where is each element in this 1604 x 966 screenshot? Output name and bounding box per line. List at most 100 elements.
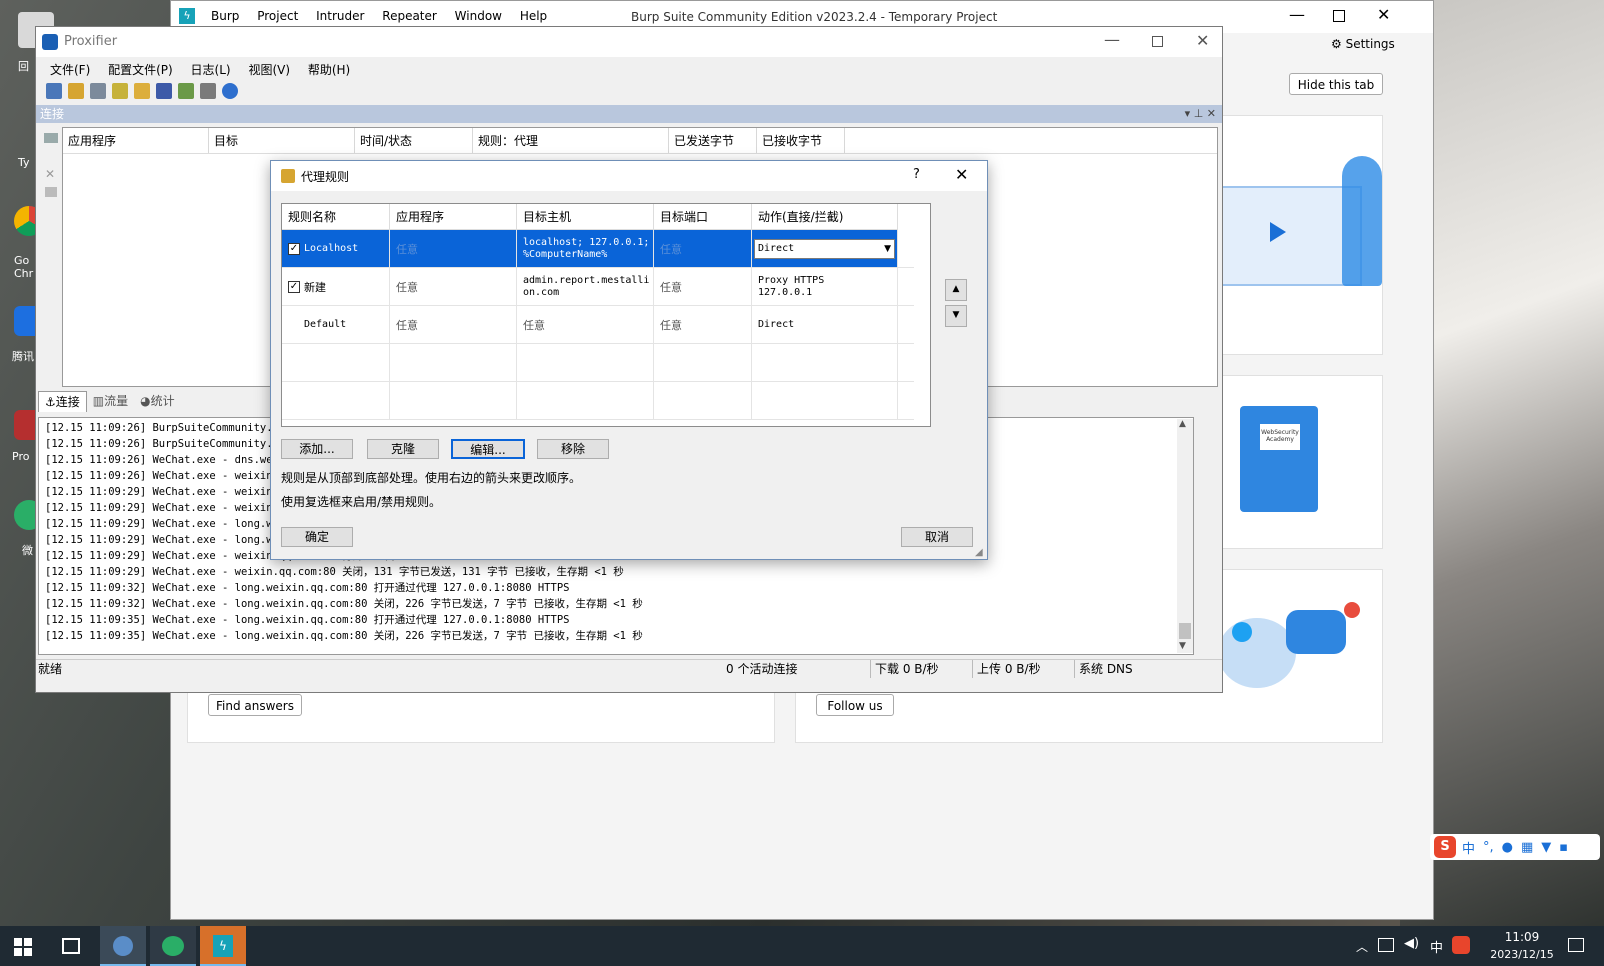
- clone-rule-button[interactable]: 克隆: [367, 439, 439, 459]
- col-action[interactable]: 动作(直接/拦截): [752, 204, 898, 230]
- ok-button[interactable]: 确定: [281, 527, 353, 547]
- ime-language[interactable]: 中: [1462, 838, 1475, 857]
- burp-logo-icon: ϟ: [179, 8, 195, 24]
- taskbar-proxifier[interactable]: [100, 926, 146, 966]
- save-icon[interactable]: [156, 83, 172, 99]
- action-dropdown[interactable]: Direct ▼: [754, 238, 895, 259]
- menu-file[interactable]: 文件(F): [50, 63, 90, 77]
- col-target-host[interactable]: 目标主机: [517, 204, 654, 230]
- menu-profile[interactable]: 配置文件(P): [108, 63, 173, 77]
- export-icon[interactable]: [178, 83, 194, 99]
- burp-menu-window[interactable]: Window: [455, 9, 502, 23]
- rule-name: Localhost: [304, 242, 359, 254]
- log-scrollbar[interactable]: ▲ ▼: [1177, 419, 1193, 653]
- proxy-servers-icon[interactable]: [46, 83, 62, 99]
- col-application[interactable]: 应用程序: [390, 204, 517, 230]
- burp-settings[interactable]: ⚙ Settings: [1331, 37, 1395, 51]
- new-profile-icon[interactable]: [112, 83, 128, 99]
- desktop-icon-label: Ty: [18, 156, 30, 169]
- close-icon[interactable]: ✕: [955, 165, 968, 184]
- clock-date[interactable]: 2023/12/15: [1486, 948, 1558, 961]
- menu-help[interactable]: 帮助(H): [308, 63, 350, 77]
- toolbox-icon[interactable]: ▪: [1559, 840, 1568, 855]
- clock-time[interactable]: 11:09: [1494, 930, 1550, 944]
- skin-icon[interactable]: ▼: [1541, 840, 1551, 855]
- taskbar-wechat[interactable]: [150, 926, 196, 966]
- network-icon[interactable]: [1378, 938, 1394, 952]
- help-icon[interactable]: [222, 83, 238, 99]
- log-line: [12.15 11:09:29] WeChat.exe - weixin.qq.…: [45, 566, 624, 578]
- arrow-up-icon: ▲: [952, 284, 960, 294]
- rule-row[interactable]: ✓ Localhost 任意 localhost; 127.0.0.1; %Co…: [282, 230, 914, 268]
- notification-center-icon[interactable]: [1568, 938, 1584, 952]
- list-view-icon[interactable]: [44, 133, 58, 143]
- rule-enabled-checkbox[interactable]: ✓: [288, 280, 300, 293]
- twitter-icon[interactable]: [1232, 622, 1252, 642]
- dump-icon[interactable]: [45, 187, 57, 197]
- col-time-status[interactable]: 时间/状态: [355, 128, 473, 153]
- print-icon[interactable]: [200, 83, 216, 99]
- keyboard-icon[interactable]: ▦: [1521, 840, 1533, 855]
- tab-connections[interactable]: ⚓连接: [38, 391, 87, 412]
- menu-view[interactable]: 视图(V): [248, 63, 290, 77]
- move-down-button[interactable]: ▼: [945, 305, 967, 327]
- add-rule-button[interactable]: 添加...: [281, 439, 353, 459]
- taskbar-burp[interactable]: ϟ: [200, 926, 246, 966]
- minimize-icon[interactable]: —: [1104, 30, 1120, 49]
- help-icon[interactable]: ?: [913, 167, 920, 182]
- rules-icon[interactable]: [68, 83, 84, 99]
- close-icon[interactable]: ✕: [1377, 5, 1390, 24]
- cancel-button[interactable]: 取消: [901, 527, 973, 547]
- col-application[interactable]: 应用程序: [63, 128, 209, 153]
- open-profile-icon[interactable]: [134, 83, 150, 99]
- col-rule-name[interactable]: 规则名称: [282, 204, 390, 230]
- burp-menu-project[interactable]: Project: [257, 9, 298, 23]
- menu-log[interactable]: 日志(L): [191, 63, 231, 77]
- burp-menu-burp[interactable]: Burp: [211, 9, 239, 23]
- punctuation-icon[interactable]: °,: [1483, 840, 1494, 855]
- tray-chevron-icon[interactable]: ︿: [1356, 938, 1368, 955]
- taskbar-ime[interactable]: 中: [1430, 937, 1443, 956]
- tab-statistics[interactable]: ◕统计: [134, 391, 181, 412]
- rule-enabled-checkbox[interactable]: ✓: [288, 242, 300, 255]
- volume-icon[interactable]: ◀): [1404, 936, 1419, 951]
- col-received[interactable]: 已接收字节: [757, 128, 845, 153]
- play-icon[interactable]: [1270, 222, 1286, 242]
- find-answers-button[interactable]: Find answers: [208, 694, 302, 716]
- ime-toolbar[interactable]: S 中 °, ● ▦ ▼ ▪: [1430, 834, 1600, 860]
- microphone-icon[interactable]: ●: [1502, 840, 1513, 855]
- rule-row[interactable]: ✓ 新建 任意 admin.report.mestallion.com 任意 P…: [282, 268, 914, 306]
- burp-menu-intruder[interactable]: Intruder: [316, 9, 364, 23]
- scroll-up-icon[interactable]: ▲: [1179, 419, 1186, 429]
- burp-menu-help[interactable]: Help: [520, 9, 547, 23]
- move-up-button[interactable]: ▲: [945, 279, 967, 301]
- resolution-icon[interactable]: [90, 83, 106, 99]
- windows-start-icon[interactable]: [14, 938, 32, 956]
- rule-row[interactable]: Default 任意 任意 任意 Direct: [282, 306, 914, 344]
- desktop-icon-label: 腾讯: [12, 350, 34, 363]
- close-icon[interactable]: ✕: [1196, 31, 1209, 50]
- edit-rule-button[interactable]: 编辑...: [451, 439, 525, 459]
- col-rule-proxy[interactable]: 规则：代理: [473, 128, 669, 153]
- maximize-icon[interactable]: [1333, 10, 1345, 22]
- burp-menu-repeater[interactable]: Repeater: [382, 9, 437, 23]
- tab-traffic[interactable]: ▥流量: [87, 391, 134, 412]
- maximize-icon[interactable]: [1152, 36, 1163, 47]
- rules-checkbox-hint: 使用复选框来启用/禁用规则。: [281, 495, 442, 509]
- remove-rule-button[interactable]: 移除: [537, 439, 609, 459]
- close-connection-icon[interactable]: ✕: [45, 167, 57, 181]
- tab-label: 连接: [55, 395, 80, 409]
- col-sent[interactable]: 已发送字节: [669, 128, 757, 153]
- task-view-icon[interactable]: [62, 938, 80, 954]
- scroll-down-icon[interactable]: ▼: [1179, 641, 1186, 651]
- col-target[interactable]: 目标: [209, 128, 355, 153]
- panel-close-icon[interactable]: ▾ ⊥ ✕: [1185, 105, 1216, 123]
- rule-host-cell: localhost; 127.0.0.1; %ComputerName%: [517, 230, 654, 267]
- scroll-thumb[interactable]: [1179, 623, 1191, 639]
- col-target-port[interactable]: 目标端口: [654, 204, 752, 230]
- follow-us-button[interactable]: Follow us: [816, 694, 894, 716]
- resize-grip-icon[interactable]: ◢: [975, 547, 983, 558]
- hide-tab-button[interactable]: Hide this tab: [1289, 73, 1383, 95]
- sogou-tray-icon[interactable]: [1452, 936, 1470, 954]
- minimize-icon[interactable]: —: [1289, 5, 1305, 24]
